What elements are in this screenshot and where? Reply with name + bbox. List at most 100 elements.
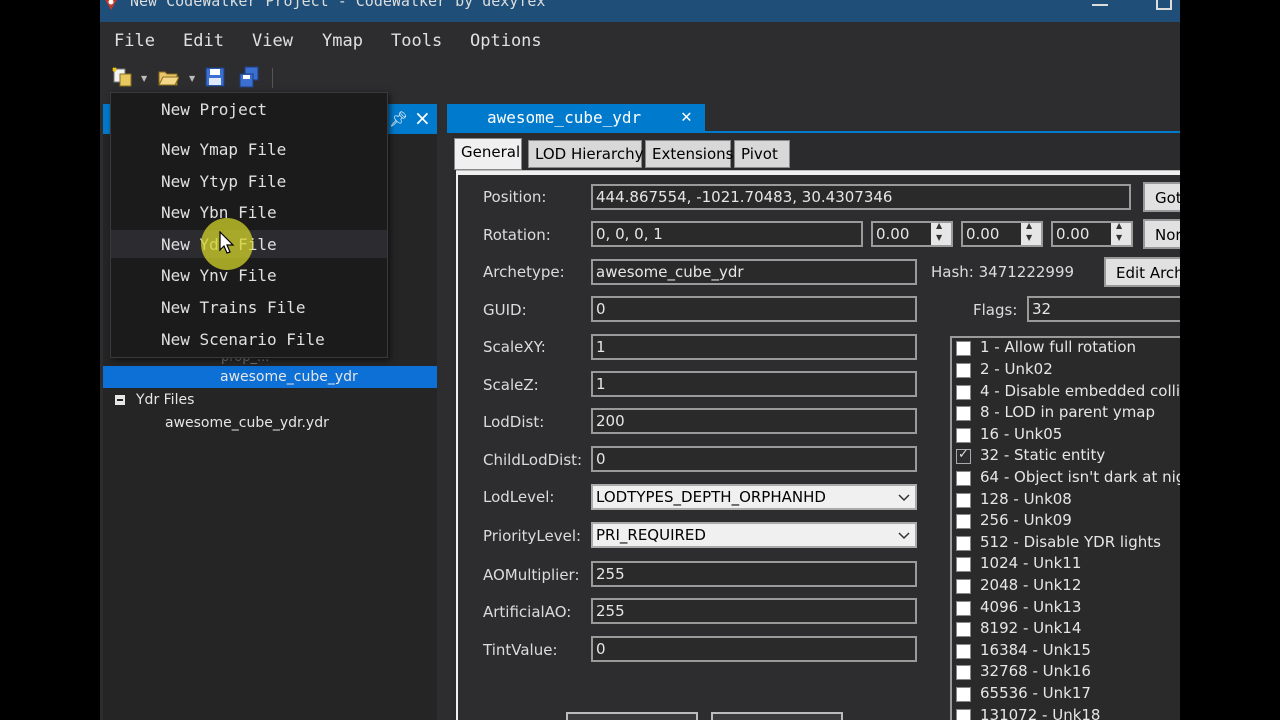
menu-view[interactable]: View [252,31,293,51]
stepper-arrows-icon[interactable] [1021,223,1041,245]
flag-item[interactable]: 8 - LOD in parent ymap [956,403,1180,424]
flag-label: 2 - Unk02 [980,360,1053,378]
rotation-x-stepper[interactable]: 0.00 [871,221,953,247]
stepper-arrows-icon[interactable] [931,223,951,245]
archetype-input[interactable]: awesome_cube_ydr [591,259,917,285]
scalexy-input[interactable]: 1 [591,334,917,360]
flag-item[interactable]: 16384 - Unk15 [956,641,1180,662]
checkbox[interactable] [956,579,971,594]
codewalker-app-icon [105,0,117,10]
tab-pivot[interactable]: Pivot [734,140,790,168]
checkbox[interactable] [956,687,971,702]
menu-file[interactable]: File [114,31,155,51]
checkbox[interactable] [956,601,971,616]
flag-item[interactable]: 16 - Unk05 [956,425,1180,446]
bottom-button-1[interactable] [566,712,698,720]
tree-item-selected[interactable]: awesome_cube_ydr [103,366,437,388]
rotation-input[interactable]: 0, 0, 0, 1 [591,221,863,247]
checkbox[interactable] [956,665,971,680]
flag-item[interactable]: 4096 - Unk13 [956,598,1180,619]
open-dropdown-arrow-icon[interactable]: ▼ [189,74,195,83]
checkbox[interactable] [956,406,971,421]
checkbox-checked[interactable] [956,447,971,464]
checkbox[interactable] [956,622,971,637]
save-all-icon[interactable] [238,66,260,88]
flag-item[interactable]: 1024 - Unk11 [956,554,1180,575]
childloddist-input[interactable]: 0 [591,446,917,472]
checkbox[interactable] [956,428,971,443]
tab-general[interactable]: General [454,138,522,170]
rotation-y-stepper[interactable]: 0.00 [961,221,1043,247]
tab-lod-hierarchy[interactable]: LOD Hierarchy [528,140,643,168]
menu-item-new-trains[interactable]: New Trains File [111,293,387,321]
maximize-button[interactable] [1156,0,1172,10]
tintvalue-label: TintValue: [483,641,558,659]
menu-item-new-ytyp[interactable]: New Ytyp File [111,167,387,195]
tree-group-label: Ydr Files [136,392,195,408]
menu-item-new-ymap[interactable]: New Ymap File [111,135,387,163]
menu-item-new-ybn[interactable]: New Ybn File [111,198,387,226]
menu-item-new-scenario[interactable]: New Scenario File [111,325,387,353]
menu-tools[interactable]: Tools [391,31,442,51]
tree-group-ydr-files[interactable]: Ydr Files [103,389,437,411]
flag-item[interactable]: 4 - Disable embedded collisions [956,382,1180,403]
flag-item[interactable]: 1 - Allow full rotation [956,338,1180,359]
checkbox[interactable] [956,363,971,378]
lodlevel-select[interactable]: LODTYPES_DEPTH_ORPHANHD [591,484,917,510]
loddist-input[interactable]: 200 [591,408,917,434]
new-file-dropdown-menu: New Project New Ymap File New Ytyp File … [110,92,388,358]
flag-item[interactable]: 65536 - Unk17 [956,684,1180,705]
checkbox[interactable] [956,471,971,486]
close-panel-icon[interactable]: × [414,106,431,130]
collapse-toggle-icon[interactable] [115,395,125,405]
checkbox[interactable] [956,536,971,551]
flags-checklist: 1 - Allow full rotation 2 - Unk02 4 - Disa… [950,336,1180,720]
new-project-icon[interactable] [111,66,133,88]
prioritylevel-select[interactable]: PRI_REQUIRED [591,522,917,548]
menu-ymap[interactable]: Ymap [322,31,363,51]
bottom-button-2[interactable] [711,712,843,720]
flag-item[interactable]: 32768 - Unk16 [956,662,1180,683]
position-input[interactable]: 444.867554, -1021.70483, 30.4307346 [591,184,1131,210]
flag-item[interactable]: 2 - Unk02 [956,360,1180,381]
checkbox[interactable] [956,644,971,659]
flag-item[interactable]: 128 - Unk08 [956,490,1180,511]
save-icon[interactable] [204,66,226,88]
guid-input[interactable]: 0 [591,296,917,322]
flag-item[interactable]: 256 - Unk09 [956,511,1180,532]
document-tab-awesome-cube-ydr[interactable]: awesome_cube_ydr ✕ [447,104,705,132]
stepper-arrows-icon[interactable] [1111,223,1131,245]
rotation-z-stepper[interactable]: 0.00 [1051,221,1133,247]
goto-button[interactable]: Goto [1143,182,1180,212]
flag-item[interactable]: 2048 - Unk12 [956,576,1180,597]
checkbox[interactable] [956,493,971,508]
flags-input[interactable]: 32 [1027,296,1180,322]
flag-item[interactable]: 131072 - Unk18 [956,706,1180,720]
flag-item[interactable]: 64 - Object isn't dark at night [956,468,1180,489]
checkbox[interactable] [956,341,971,356]
menu-item-new-ynv[interactable]: New Ynv File [111,261,387,289]
scalez-input[interactable]: 1 [591,371,917,397]
minimize-button[interactable] [1092,0,1108,6]
menu-options[interactable]: Options [470,31,542,51]
tree-item-ydr-file[interactable]: awesome_cube_ydr.ydr [103,412,437,434]
artificialao-input[interactable]: 255 [591,598,917,624]
close-tab-icon[interactable]: ✕ [681,106,692,127]
tintvalue-input[interactable]: 0 [591,636,917,662]
flag-item[interactable]: 8192 - Unk14 [956,619,1180,640]
pin-icon[interactable]: 📌︎ [389,110,408,128]
checkbox[interactable] [956,514,971,529]
normalize-button[interactable]: Normalize [1143,219,1180,249]
flag-item[interactable]: 32 - Static entity [956,446,1180,467]
checkbox[interactable] [956,709,971,720]
new-dropdown-arrow-icon[interactable]: ▼ [141,74,147,83]
flag-item[interactable]: 512 - Disable YDR lights [956,533,1180,554]
aomultiplier-input[interactable]: 255 [591,561,917,587]
checkbox[interactable] [956,557,971,572]
tab-extensions[interactable]: Extensions [645,140,733,168]
menu-item-new-project[interactable]: New Project [111,95,387,123]
menu-edit[interactable]: Edit [183,31,224,51]
checkbox[interactable] [956,385,971,400]
open-folder-icon[interactable] [157,66,179,88]
edit-archetype-button[interactable]: Edit Archetype [1104,257,1180,287]
